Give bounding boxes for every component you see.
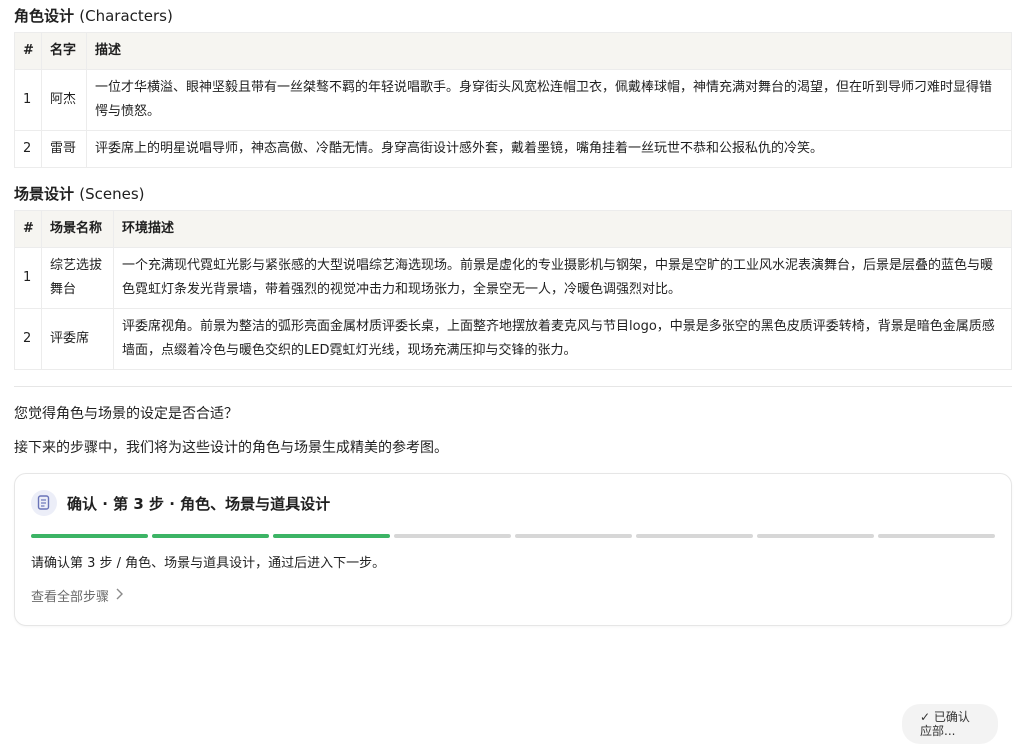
table-row: 1 综艺选拔舞台 一个充满现代霓虹光影与紧张感的大型说唱综艺海选现场。前景是虚化… <box>14 247 1012 309</box>
column-header: 名字 <box>41 32 87 70</box>
table-cell: 2 <box>14 130 42 168</box>
progress-segment <box>878 534 995 538</box>
card-header: 确认 · 第 3 步 · 角色、场景与道具设计 <box>31 490 995 516</box>
table-header-row: # 场景名称 环境描述 <box>14 210 1012 248</box>
scenes-title: 场景设计 (Scenes) <box>14 185 145 203</box>
table-cell: 评委席 <box>41 308 114 370</box>
view-all-steps-label: 查看全部步骤 <box>31 590 110 605</box>
table-cell: 综艺选拔舞台 <box>41 247 114 309</box>
table-header-row: # 名字 描述 <box>14 32 1012 70</box>
card-title: 确认 · 第 3 步 · 角色、场景与道具设计 <box>67 494 331 513</box>
divider <box>14 386 1012 387</box>
confirm-floating-sublabel: 应部... <box>920 724 956 738</box>
step-progress-bar <box>31 534 995 538</box>
table-row: 2 雷哥 评委席上的明星说唱导师，神态高傲、冷酷无情。身穿高街设计感外套，戴着墨… <box>14 130 1012 168</box>
characters-table: # 名字 描述 1 阿杰 一位才华横溢、眼神坚毅且带有一丝桀骜不羁的年轻说唱歌手… <box>14 32 1012 168</box>
card-description: 请确认第 3 步 / 角色、场景与道具设计，通过后进入下一步。 <box>31 556 386 571</box>
table-cell: 一个充满现代霓虹光影与紧张感的大型说唱综艺海选现场。前景是虚化的专业摄影机与钢架… <box>113 247 1012 309</box>
progress-segment <box>394 534 511 538</box>
table-row: 2 评委席 评委席视角。前景为整洁的弧形亮面金属材质评委长桌，上面整齐地摆放着麦… <box>14 308 1012 370</box>
table-cell: 1 <box>14 247 42 309</box>
progress-segment <box>273 534 390 538</box>
progress-segment <box>757 534 874 538</box>
table-cell: 评委席上的明星说唱导师，神态高傲、冷酷无情。身穿高街设计感外套，戴着墨镜，嘴角挂… <box>86 130 1012 168</box>
column-header: 场景名称 <box>41 210 114 248</box>
table-cell: 1 <box>14 69 42 131</box>
confirm-floating-label: ✓ 已确认 <box>920 710 970 724</box>
column-header: # <box>14 32 42 70</box>
scenes-table: # 场景名称 环境描述 1 综艺选拔舞台 一个充满现代霓虹光影与紧张感的大型说唱… <box>14 210 1012 370</box>
characters-title: 角色设计 (Characters) <box>14 7 173 25</box>
progress-segment <box>31 534 148 538</box>
table-cell: 评委席视角。前景为整洁的弧形亮面金属材质评委长桌，上面整齐地摆放着麦克风与节目l… <box>113 308 1012 370</box>
progress-segment <box>152 534 269 538</box>
table-cell: 阿杰 <box>41 69 87 131</box>
table-cell: 雷哥 <box>41 130 87 168</box>
column-header: # <box>14 210 42 248</box>
confirm-card: 确认 · 第 3 步 · 角色、场景与道具设计 请确认第 3 步 / 角色、场景… <box>14 473 1012 626</box>
table-cell: 2 <box>14 308 42 370</box>
column-header: 环境描述 <box>113 210 1012 248</box>
table-cell: 一位才华横溢、眼神坚毅且带有一丝桀骜不羁的年轻说唱歌手。身穿街头风宽松连帽卫衣，… <box>86 69 1012 131</box>
next-step-text: 接下来的步骤中，我们将为这些设计的角色与场景生成精美的参考图。 <box>14 440 448 456</box>
table-row: 1 阿杰 一位才华横溢、眼神坚毅且带有一丝桀骜不羁的年轻说唱歌手。身穿街头风宽松… <box>14 69 1012 131</box>
chevron-right-icon <box>115 588 124 604</box>
progress-segment <box>515 534 632 538</box>
confirm-floating-button[interactable]: ✓ 已确认 应部... <box>902 704 998 744</box>
document-icon <box>31 490 57 516</box>
question-text: 您觉得角色与场景的设定是否合适？ <box>14 406 238 422</box>
column-header: 描述 <box>86 32 1012 70</box>
view-all-steps-link[interactable]: 查看全部步骤 <box>31 586 124 605</box>
progress-segment <box>636 534 753 538</box>
